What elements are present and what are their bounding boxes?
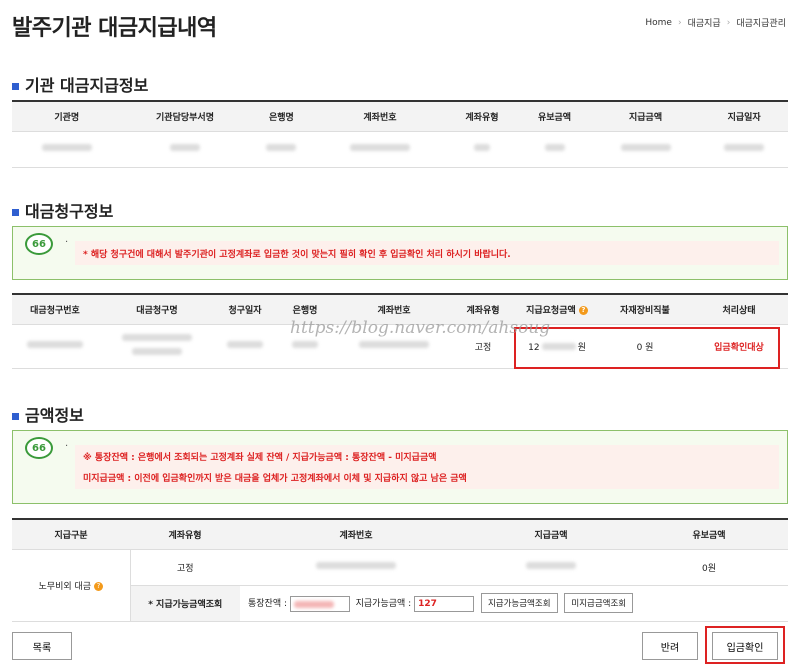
watermark: https://blog.naver.com/ahsoug [290,318,551,338]
redacted-value [724,144,765,151]
col-header: 자재장비직불 [600,293,690,325]
quote-bubble-icon: 66 [25,437,53,459]
redacted-value [359,341,429,348]
inquiry-label: * 지급가능금액조회 [130,585,240,622]
reject-button[interactable]: 반려 [642,632,698,660]
section-title-claim: 대금청구정보 [12,198,113,222]
redacted-value [132,348,182,355]
col-header: 은행명 [248,100,315,132]
redacted-value [266,144,297,151]
col-header: 유보금액 [630,518,788,550]
breadcrumb-home[interactable]: Home [645,18,672,28]
col-header: 대금청구명 [98,293,216,325]
amount-table: 지급구분 계좌유형 계좌번호 지급금액 유보금액 노무비외 대금 ? 고정 0원… [12,518,788,622]
amount-notice: 66 · ※ 통장잔액 : 은행에서 조회되는 고정계좌 실제 잔액 / 지급가… [12,430,788,504]
redacted-value [544,144,565,151]
col-header: 계좌유형 [130,518,240,550]
bullet-square-icon [12,208,19,216]
col-header: 계좌유형 [445,100,519,132]
payment-category: 노무비외 대금 ? [12,549,131,622]
col-header: 처리상태 [690,293,788,325]
table-row [12,131,788,168]
agency-table: 기관명 기관담당부서명 은행명 계좌번호 계좌유형 유보금액 지급금액 지급일자 [12,100,788,168]
balance-input[interactable] [289,595,350,612]
chevron-right-icon: › [677,17,682,28]
col-header: 기관담당부서명 [121,100,249,132]
claim-notice-text: * 해당 청구건에 대해서 발주기관이 고정계좌로 입금한 것이 맞는지 필히 … [75,241,779,265]
col-header: 대금청구번호 [12,293,98,325]
page-title: 발주기관 대금지급내역 [12,16,217,41]
redacted-value [122,334,192,341]
col-header: 지급금액 [590,100,701,132]
breadcrumb-payment[interactable]: 대금지급 [688,16,721,29]
col-header: 계좌번호 [240,518,472,550]
redacted-value [620,144,671,151]
col-header: 기관명 [12,100,122,132]
breadcrumb: Home › 대금지급 › 대금지급관리 [645,16,786,30]
highlight-box [514,327,780,369]
redacted-value [170,144,201,151]
breadcrumb-payment-management[interactable]: 대금지급관리 [736,16,786,29]
available-amount-inquiry-button[interactable]: 지급가능금액조회 [480,593,558,613]
bullet-square-icon [12,412,19,420]
amount-reserve: 0원 [630,549,788,586]
info-icon[interactable]: ? [578,305,588,315]
redacted-value [41,144,92,151]
table-row: 노무비외 대금 ? 고정 0원 [12,549,788,622]
redacted-value [227,341,263,348]
col-header: 지급구분 [12,518,130,550]
chevron-right-icon: › [726,17,731,28]
unpaid-amount-inquiry-button[interactable]: 미지급금액조회 [564,593,634,613]
highlight-box [705,626,785,664]
section-title-amount: 금액정보 [12,402,84,426]
col-header: 계좌번호 [314,100,446,132]
col-header: 지급일자 [700,100,788,132]
claim-notice: 66 · * 해당 청구건에 대해서 발주기관이 고정계좌로 입금한 것이 맞는… [12,226,788,280]
available-amount-input[interactable]: 127 [414,595,475,612]
info-icon[interactable]: ? [93,581,103,591]
redacted-value [27,341,83,348]
col-header: 유보금액 [518,100,591,132]
list-button[interactable]: 목록 [12,632,72,660]
redacted-value [473,144,490,151]
redacted-value [349,144,410,151]
redacted-value [526,562,576,569]
redacted-value [292,341,318,348]
amount-notice-text: ※ 통장잔액 : 은행에서 조회되는 고정계좌 실제 잔액 / 지급가능금액 :… [75,445,779,489]
bullet-square-icon [12,82,19,90]
col-header: 청구일자 [216,293,274,325]
quote-bubble-icon: 66 [25,233,53,255]
col-header: 지급금액 [472,518,630,550]
inquiry-row: 통장잔액 : 지급가능금액 : 127 지급가능금액조회 미지급금액조회 [240,585,788,622]
redacted-value [316,562,396,569]
section-title-agency: 기관 대금지급정보 [12,72,148,96]
amount-account-type: 고정 [130,549,240,586]
